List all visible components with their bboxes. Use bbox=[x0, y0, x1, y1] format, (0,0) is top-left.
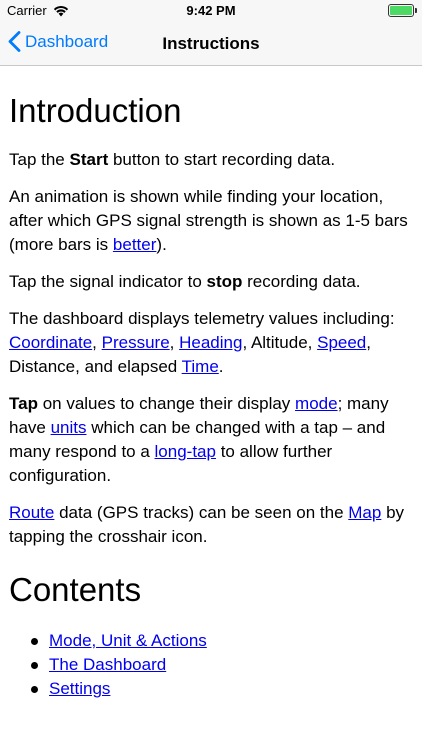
link-mode-unit-actions[interactable]: Mode, Unit & Actions bbox=[49, 631, 207, 650]
link-long-tap[interactable]: long-tap bbox=[155, 442, 216, 461]
list-item: Mode, Unit & Actions bbox=[31, 629, 413, 653]
text: Tap the signal indicator to bbox=[9, 272, 207, 291]
link-mode[interactable]: mode bbox=[295, 394, 338, 413]
instructions-content: Introduction Tap the Start button to sta… bbox=[0, 66, 422, 701]
text: Tap the bbox=[9, 150, 70, 169]
stop-bold: stop bbox=[206, 272, 243, 291]
text: The dashboard displays telemetry values … bbox=[9, 309, 395, 328]
text: An animation is shown while finding your… bbox=[9, 187, 408, 254]
battery-icon bbox=[388, 4, 417, 17]
text: , Altitude, bbox=[242, 333, 318, 352]
link-better[interactable]: better bbox=[113, 235, 156, 254]
list-item: Settings bbox=[31, 677, 413, 701]
introduction-heading: Introduction bbox=[9, 92, 182, 129]
text: button to start recording data. bbox=[108, 150, 336, 169]
contents-heading: Contents bbox=[9, 571, 142, 608]
text: on values to change their display bbox=[37, 394, 296, 413]
text: , bbox=[92, 333, 102, 352]
text: data (GPS tracks) can be seen on the bbox=[54, 503, 349, 522]
tap-bold: Tap bbox=[9, 394, 38, 413]
link-the-dashboard[interactable]: The Dashboard bbox=[49, 655, 166, 674]
text: recording data. bbox=[242, 272, 361, 291]
link-units[interactable]: units bbox=[51, 418, 87, 437]
status-bar: Carrier 9:42 PM bbox=[0, 0, 422, 22]
link-coordinate[interactable]: Coordinate bbox=[9, 333, 92, 352]
battery-fill bbox=[390, 6, 412, 15]
paragraph-route: Route data (GPS tracks) can be seen on t… bbox=[9, 501, 413, 549]
status-right bbox=[388, 4, 417, 17]
list-item: The Dashboard bbox=[31, 653, 413, 677]
link-speed[interactable]: Speed bbox=[317, 333, 366, 352]
link-pressure[interactable]: Pressure bbox=[102, 333, 170, 352]
text: , bbox=[169, 333, 180, 352]
text: . bbox=[218, 357, 224, 376]
status-time: 9:42 PM bbox=[186, 3, 236, 18]
battery-nub bbox=[415, 8, 417, 13]
link-time[interactable]: Time bbox=[182, 357, 219, 376]
link-heading[interactable]: Heading bbox=[179, 333, 242, 352]
text: ). bbox=[156, 235, 167, 254]
link-settings[interactable]: Settings bbox=[49, 679, 110, 698]
paragraph-start: Tap the Start button to start recording … bbox=[9, 148, 413, 172]
start-bold: Start bbox=[69, 150, 109, 169]
contents-list: Mode, Unit & Actions The Dashboard Setti… bbox=[9, 629, 413, 701]
paragraph-stop: Tap the signal indicator to stop recordi… bbox=[9, 270, 413, 294]
page-title: Instructions bbox=[162, 34, 260, 53]
paragraph-tap-values: Tap on values to change their display mo… bbox=[9, 392, 413, 488]
link-map[interactable]: Map bbox=[348, 503, 381, 522]
link-route[interactable]: Route bbox=[9, 503, 54, 522]
paragraph-animation: An animation is shown while finding your… bbox=[9, 185, 413, 257]
paragraph-telemetry: The dashboard displays telemetry values … bbox=[9, 307, 413, 379]
navigation-bar: Dashboard Instructions bbox=[0, 22, 422, 66]
